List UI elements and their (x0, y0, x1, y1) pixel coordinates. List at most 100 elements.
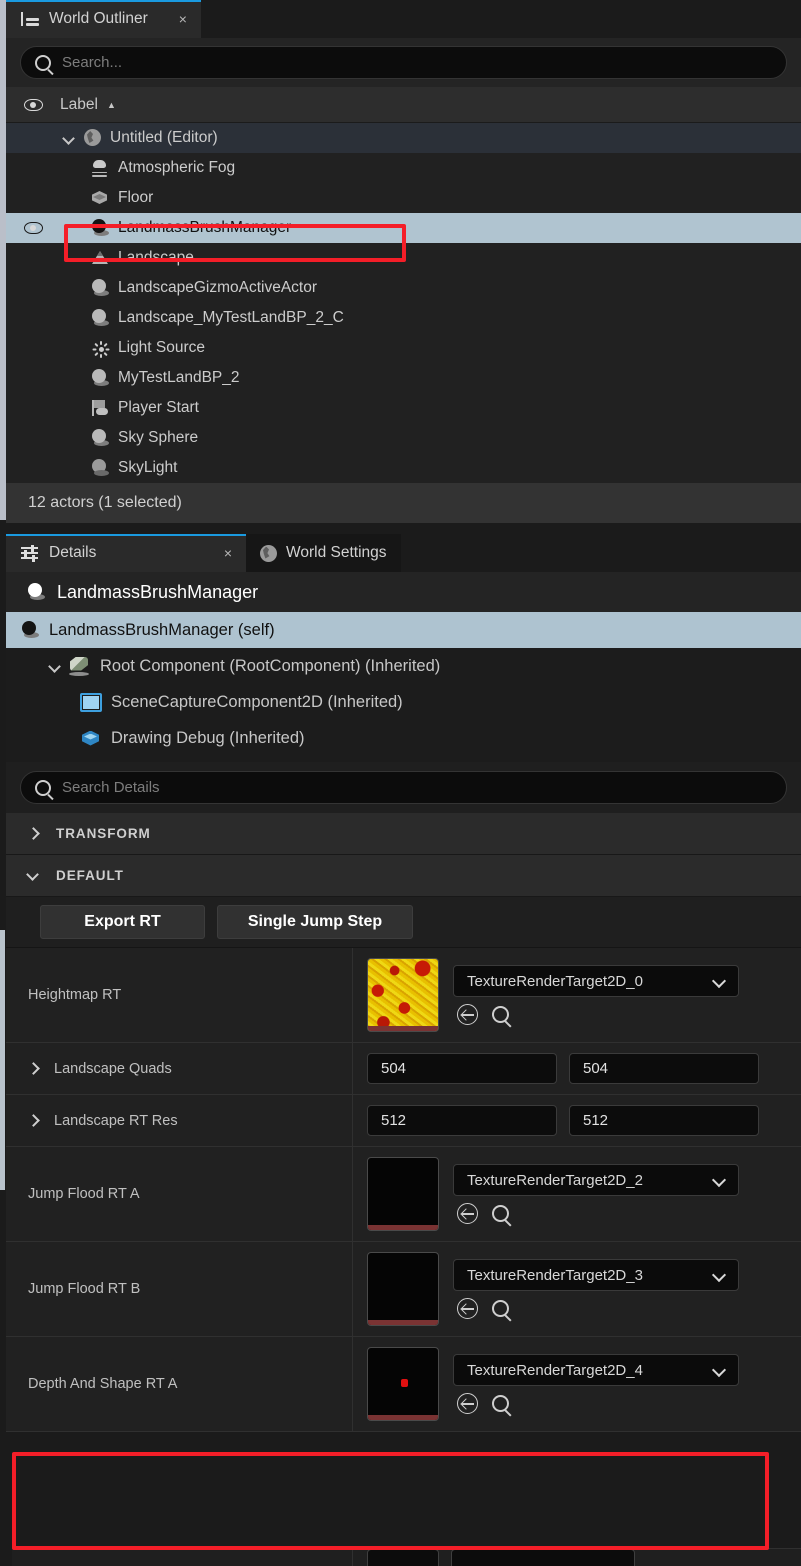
partial-row-name-cell (12, 1549, 353, 1566)
chevron-right-icon[interactable] (28, 1063, 40, 1075)
search-placeholder: Search... (62, 54, 123, 71)
tab-world-outliner[interactable]: World Outliner × (6, 0, 201, 38)
asset-thumbnail[interactable] (367, 958, 439, 1032)
outliner-row-floor[interactable]: Floor (6, 183, 801, 213)
outliner-row-atmospheric-fog[interactable]: Atmospheric Fog (6, 153, 801, 183)
actor-sphere-icon (90, 278, 110, 298)
outliner-row-label: LandmassBrushManager (118, 219, 292, 236)
category-default[interactable]: DEFAULT (6, 855, 801, 897)
use-selected-asset-icon[interactable] (457, 1298, 478, 1319)
player-start-icon (90, 398, 110, 418)
outliner-row-content: Sky Sphere (60, 428, 198, 448)
component-tree-row[interactable]: LandmassBrushManager (self) (6, 612, 801, 648)
visibility-column-header[interactable] (6, 98, 60, 111)
outliner-row-landscapegizmoactiveactor[interactable]: LandscapeGizmoActiveActor (6, 273, 801, 303)
asset-combo-box[interactable]: TextureRenderTarget2D_3 (453, 1259, 739, 1291)
use-selected-asset-icon[interactable] (457, 1203, 478, 1224)
tab-details[interactable]: Details × (6, 534, 246, 572)
property-name-cell: Landscape RT Res (6, 1095, 353, 1146)
outliner-row-player-start[interactable]: Player Start (6, 393, 801, 423)
property-row-jump-flood-rt-b: Jump Flood RT B TextureRenderTarget2D_3 (6, 1242, 801, 1337)
eye-icon (23, 98, 43, 111)
outliner-row-label: MyTestLandBP_2 (118, 369, 240, 386)
outliner-row-content: Floor (60, 188, 153, 208)
component-tree-row[interactable]: Root Component (RootComponent) (Inherite… (6, 648, 801, 684)
details-tab-bar: Details × World Settings (6, 534, 801, 572)
outliner-row-label: Floor (118, 189, 154, 206)
mountain-icon (90, 248, 110, 268)
root-component-icon (69, 657, 91, 676)
asset-combo-box[interactable]: TextureRenderTarget2D_2 (453, 1164, 739, 1196)
property-value-cell: 512 512 (353, 1095, 801, 1146)
component-tree-label: Root Component (RootComponent) (Inherite… (100, 656, 441, 675)
category-transform[interactable]: TRANSFORM (6, 813, 801, 855)
label-column-header[interactable]: Label ▲ (60, 96, 116, 114)
actor-sphere-icon (90, 308, 110, 328)
outliner-row-content: Player Start (60, 398, 199, 418)
cube-blue-icon (80, 729, 102, 748)
browse-to-asset-icon[interactable] (492, 1395, 509, 1412)
vector2-inputs: 504 504 (367, 1053, 759, 1084)
y-value-input[interactable]: 512 (569, 1105, 759, 1136)
x-value-input[interactable]: 504 (367, 1053, 557, 1084)
use-selected-asset-icon[interactable] (457, 1393, 478, 1414)
actor-count-label: 12 actors (1 selected) (28, 494, 182, 511)
asset-thumbnail[interactable] (367, 1347, 439, 1421)
outliner-row-untitled-editor[interactable]: Untitled (Editor) (6, 123, 801, 153)
search-icon (35, 779, 51, 796)
chevron-down-icon[interactable] (64, 133, 74, 143)
outliner-row-label: Landscape_MyTestLandBP_2_C (118, 309, 344, 326)
browse-to-asset-icon[interactable] (492, 1006, 509, 1023)
component-tree-row[interactable]: SceneCaptureComponent2D (Inherited) (6, 684, 801, 720)
outliner-row-content: Landscape_MyTestLandBP_2_C (60, 308, 344, 328)
outliner-row-list[interactable]: Untitled (Editor) Atmospheric Fog Floor Lan… (6, 123, 801, 483)
asset-picker: TextureRenderTarget2D_3 (453, 1259, 739, 1319)
search-details-input[interactable]: Search Details (20, 771, 787, 804)
asset-thumbnail[interactable] (367, 1252, 439, 1326)
details-actor-name: LandmassBrushManager (57, 581, 259, 602)
sliders-icon (20, 544, 40, 562)
outliner-row-content: MyTestLandBP_2 (60, 368, 240, 388)
component-tree-row[interactable]: Drawing Debug (Inherited) (6, 720, 801, 756)
asset-combo-box[interactable]: TextureRenderTarget2D_0 (453, 965, 739, 997)
asset-combo-value: TextureRenderTarget2D_3 (467, 1266, 643, 1284)
label-column-title: Label (60, 95, 98, 113)
scroll-position-indicator[interactable] (0, 930, 5, 1190)
chevron-right-icon[interactable] (28, 1115, 40, 1127)
chevron-down-icon[interactable] (50, 661, 60, 671)
outliner-row-label: SkyLight (118, 459, 178, 476)
globe-icon (82, 128, 102, 148)
asset-thumbnail[interactable] (367, 1157, 439, 1231)
visibility-toggle[interactable] (6, 222, 60, 234)
tab-details-label: Details (49, 544, 97, 561)
browse-to-asset-icon[interactable] (492, 1205, 509, 1222)
outliner-row-landscape[interactable]: Landscape (6, 243, 801, 273)
x-value-input[interactable]: 512 (367, 1105, 557, 1136)
use-selected-asset-icon[interactable] (457, 1004, 478, 1025)
outliner-row-sky-sphere[interactable]: Sky Sphere (6, 423, 801, 453)
search-input[interactable]: Search... (20, 46, 787, 79)
close-icon[interactable]: × (179, 12, 187, 26)
outliner-row-landmassbrushmanager[interactable]: LandmassBrushManager (6, 213, 801, 243)
outliner-row-mytestlandbp-2[interactable]: MyTestLandBP_2 (6, 363, 801, 393)
browse-to-asset-icon[interactable] (492, 1300, 509, 1317)
property-name-cell: Depth And Shape RT A (6, 1337, 353, 1431)
asset-combo-box[interactable]: TextureRenderTarget2D_4 (453, 1354, 739, 1386)
outliner-row-light-source[interactable]: Light Source (6, 333, 801, 363)
y-value-input[interactable]: 504 (569, 1053, 759, 1084)
light-icon (90, 338, 110, 358)
export-rt-button[interactable]: Export RT (40, 905, 205, 939)
component-tree[interactable]: LandmassBrushManager (self) Root Componen… (6, 612, 801, 762)
close-icon[interactable]: × (224, 546, 232, 560)
asset-picker: TextureRenderTarget2D_0 (453, 965, 739, 1025)
actor-sphere-dark-icon (90, 218, 110, 238)
single-jump-step-button[interactable]: Single Jump Step (217, 905, 413, 939)
asset-action-icons (453, 1004, 739, 1025)
property-label: Landscape RT Res (54, 1112, 178, 1129)
tab-world-settings[interactable]: World Settings (246, 534, 401, 572)
asset-picker: TextureRenderTarget2D_4 (453, 1354, 739, 1414)
outliner-row-landscape-mytestlandbp-2-c[interactable]: Landscape_MyTestLandBP_2_C (6, 303, 801, 333)
next-property-row-partial (12, 1548, 801, 1566)
search-icon (35, 54, 51, 71)
outliner-row-skylight[interactable]: SkyLight (6, 453, 801, 483)
